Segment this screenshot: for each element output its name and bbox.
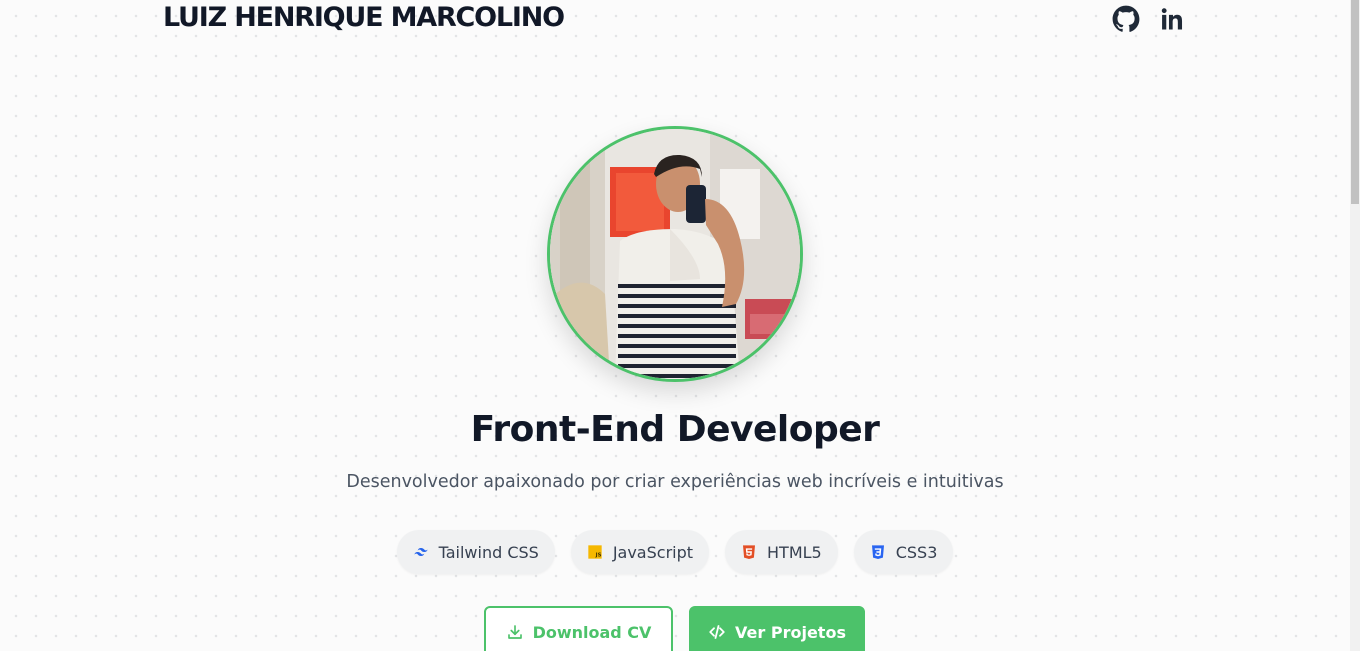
view-projects-label: Ver Projetos [735,622,846,642]
tech-badge-css3: CSS3 [853,530,954,574]
tech-badge-html5: HTML5 [725,530,838,574]
scrollbar-thumb[interactable] [1351,0,1359,204]
tech-badge-javascript: JS JavaScript [570,530,710,574]
tech-badge-label: Tailwind CSS [438,542,539,562]
tech-badges: Tailwind CSS JS JavaScript HTML5 CSS3 [0,530,1350,574]
tech-badge-label: JavaScript [612,542,694,562]
download-cv-label: Download CV [532,622,652,642]
css3-icon [870,544,886,560]
tech-badge-tailwind: Tailwind CSS [396,530,555,574]
profile-photo [547,126,803,382]
view-projects-button[interactable]: Ver Projetos [689,606,865,651]
brand-name: LUIZ HENRIQUE MARCOLINO [163,2,565,33]
hero-actions: Download CV Ver Projetos [484,606,865,651]
github-link[interactable] [1112,5,1140,33]
html5-icon [741,544,757,560]
headline: Front-End Developer [470,409,880,450]
linkedin-icon [1158,5,1186,33]
tech-badge-label: HTML5 [767,542,822,562]
code-icon [708,623,726,641]
svg-text:JS: JS [594,553,601,559]
social-links [1112,5,1186,33]
page: LUIZ HENRIQUE MARCOLINO Front-End Develo… [0,0,1360,651]
download-icon [506,623,524,641]
scrollbar[interactable] [1350,0,1360,651]
tailwind-icon [413,544,429,560]
tech-badge-label: CSS3 [895,542,938,562]
subtitle: Desenvolvedor apaixonado por criar exper… [346,472,1004,492]
download-cv-button[interactable]: Download CV [484,606,673,651]
linkedin-link[interactable] [1158,5,1186,33]
github-icon [1112,5,1140,33]
javascript-icon: JS [587,544,603,560]
